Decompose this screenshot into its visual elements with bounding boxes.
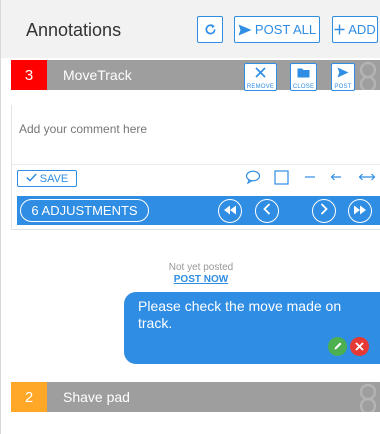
adjustments-bar: 6 ADJUSTMENTS [17, 196, 380, 225]
adjustments-button[interactable]: 6 ADJUSTMENTS [20, 199, 149, 222]
post-button[interactable]: POST [331, 63, 355, 91]
annotations-panel: Annotations POST ALL ADD 3 MoveTrack REM… [0, 0, 380, 434]
divider [11, 164, 380, 165]
remove-label: REMOVE [246, 83, 275, 90]
refresh-button[interactable] [197, 16, 223, 43]
chevron-right-icon [320, 202, 328, 220]
speech-bubble-icon[interactable] [244, 169, 262, 185]
first-adjustment-button[interactable] [218, 199, 242, 223]
pencil-icon [333, 338, 343, 356]
annotation-number: 3 [11, 60, 47, 90]
close-x-icon [355, 338, 364, 356]
post-label: POST [334, 83, 352, 90]
annotation-row-3[interactable]: 3 MoveTrack REMOVE CLOSE POST [11, 60, 380, 93]
previous-adjustment-button[interactable] [255, 199, 279, 223]
post-now-link[interactable]: POST NOW [1, 274, 380, 285]
post-all-label: POST ALL [254, 22, 317, 37]
save-label: SAVE [39, 172, 69, 185]
add-button[interactable]: ADD [332, 16, 378, 43]
annotation-name: MoveTrack [63, 67, 132, 83]
close-label: CLOSE [292, 83, 315, 90]
close-button[interactable]: CLOSE [290, 63, 317, 91]
last-adjustment-button[interactable] [348, 199, 372, 223]
double-arrow-icon[interactable] [356, 169, 378, 185]
panel-title: Annotations [26, 20, 122, 40]
line-icon[interactable] [301, 169, 319, 185]
remove-button[interactable]: REMOVE [244, 63, 277, 91]
refresh-icon [204, 23, 217, 36]
folder-icon [297, 65, 310, 83]
chevron-left-icon [263, 202, 271, 220]
post-status: Not yet posted [168, 262, 234, 273]
annotation-name: Shave pad [63, 389, 130, 405]
square-icon[interactable] [272, 169, 290, 185]
send-icon [337, 65, 349, 83]
save-button[interactable]: SAVE [17, 170, 77, 187]
arrow-left-icon[interactable] [327, 169, 345, 185]
annotation-row-2[interactable]: 2 Shave pad [11, 382, 380, 415]
post-all-button[interactable]: POST ALL [234, 16, 320, 43]
send-icon [238, 24, 252, 36]
checkmark-icon [26, 172, 37, 185]
plus-icon [334, 24, 345, 35]
drag-handle-icon[interactable] [357, 382, 379, 415]
comment-input[interactable]: Add your comment here [19, 122, 147, 136]
comment-text: Please check the move made on track. [138, 298, 342, 331]
confirm-comment-button[interactable] [328, 337, 347, 356]
close-x-icon [255, 65, 266, 83]
fast-forward-icon [353, 202, 367, 220]
annotation-number: 2 [11, 382, 47, 412]
add-label: ADD [348, 22, 376, 37]
rewind-icon [223, 202, 237, 220]
panel-header: Annotations POST ALL ADD [1, 0, 380, 58]
drag-handle-icon[interactable] [357, 60, 379, 93]
next-adjustment-button[interactable] [312, 199, 336, 223]
delete-comment-button[interactable] [350, 337, 369, 356]
